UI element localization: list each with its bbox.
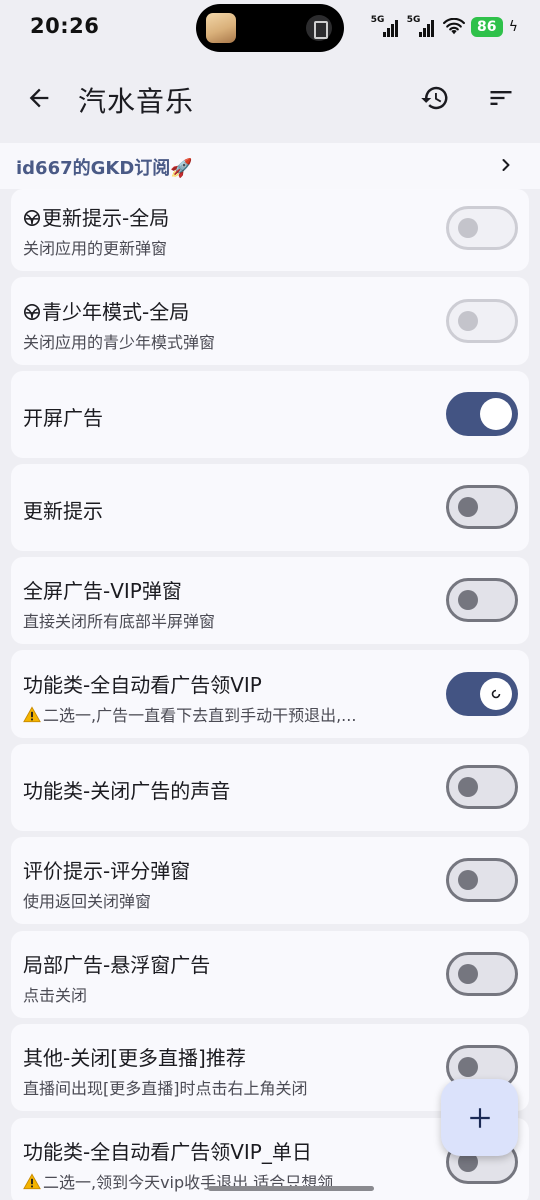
- rule-description: 直播间出现[更多直播]时点击右上角关闭: [23, 1079, 308, 1098]
- warning-icon: [23, 706, 41, 723]
- rule-title: 功能类-关闭广告的声音: [23, 779, 231, 803]
- warning-icon: [23, 1173, 41, 1190]
- rule-item[interactable]: 更新提示-全局 关闭应用的更新弹窗: [11, 189, 529, 271]
- rule-toggle[interactable]: [446, 672, 518, 716]
- rule-item[interactable]: 青少年模式-全局 关闭应用的青少年模式弹窗: [11, 277, 529, 365]
- rule-item[interactable]: 更新提示: [11, 464, 529, 551]
- toggle-knob: [458, 964, 478, 984]
- rule-title: 局部广告-悬浮窗广告: [23, 953, 211, 977]
- bug-icon: [23, 303, 41, 321]
- rule-item[interactable]: 评价提示-评分弹窗 使用返回关闭弹窗: [11, 837, 529, 924]
- app-screen: 20:26 5G 5G 86 ϟ 汽水音乐 id667的GKD订阅🚀 更新提示-…: [0, 0, 540, 1200]
- toggle-knob: [458, 870, 478, 890]
- toggle-knob: [480, 678, 512, 710]
- rule-title: 更新提示: [23, 499, 103, 523]
- rule-description: 关闭应用的更新弹窗: [23, 239, 168, 258]
- rule-toggle[interactable]: [446, 578, 518, 622]
- rule-item[interactable]: 全屏广告-VIP弹窗 直接关闭所有底部半屏弹窗: [11, 557, 529, 644]
- rule-item[interactable]: 开屏广告: [11, 371, 529, 458]
- rule-title: 功能类-全自动看广告领VIP: [23, 673, 262, 697]
- add-rule-button[interactable]: [441, 1079, 518, 1156]
- rule-toggle[interactable]: [446, 206, 518, 250]
- home-indicator[interactable]: [208, 1186, 374, 1191]
- rule-list: 更新提示-全局 关闭应用的更新弹窗 青少年模式-全局 关闭应用的青少年模式弹窗 …: [0, 0, 540, 1200]
- toggle-knob: [458, 218, 478, 238]
- bug-icon: [23, 209, 41, 227]
- rule-toggle[interactable]: [446, 765, 518, 809]
- loading-icon: [491, 689, 501, 699]
- rule-title: 更新提示-全局: [42, 206, 170, 230]
- rule-item[interactable]: 局部广告-悬浮窗广告 点击关闭: [11, 931, 529, 1018]
- rule-title: 其他-关闭[更多直播]推荐: [23, 1046, 246, 1070]
- toggle-knob: [458, 311, 478, 331]
- rule-description: 直接关闭所有底部半屏弹窗: [23, 612, 216, 631]
- rule-title: 评价提示-评分弹窗: [23, 859, 191, 883]
- toggle-knob: [458, 497, 478, 517]
- rule-item[interactable]: 功能类-关闭广告的声音: [11, 744, 529, 831]
- toggle-knob: [458, 777, 478, 797]
- rule-item[interactable]: 功能类-全自动看广告领VIP 二选一,广告一直看下去直到手动干预退出,...: [11, 650, 529, 738]
- rule-title: 功能类-全自动看广告领VIP_单日: [23, 1140, 312, 1164]
- rule-toggle[interactable]: [446, 299, 518, 343]
- toggle-knob: [480, 398, 512, 430]
- rule-toggle[interactable]: [446, 952, 518, 996]
- rule-title: 青少年模式-全局: [42, 300, 190, 324]
- rule-toggle[interactable]: [446, 392, 518, 436]
- rule-toggle[interactable]: [446, 858, 518, 902]
- rule-description: 使用返回关闭弹窗: [23, 892, 152, 911]
- toggle-knob: [458, 590, 478, 610]
- rule-title: 开屏广告: [23, 406, 103, 430]
- rule-title: 全屏广告-VIP弹窗: [23, 579, 182, 603]
- rule-toggle[interactable]: [446, 485, 518, 529]
- plus-icon: [469, 1107, 490, 1128]
- rule-description: 点击关闭: [23, 986, 88, 1005]
- rule-description: 关闭应用的青少年模式弹窗: [23, 333, 216, 352]
- toggle-knob: [458, 1057, 478, 1077]
- rule-description: 二选一,广告一直看下去直到手动干预退出,...: [43, 706, 357, 725]
